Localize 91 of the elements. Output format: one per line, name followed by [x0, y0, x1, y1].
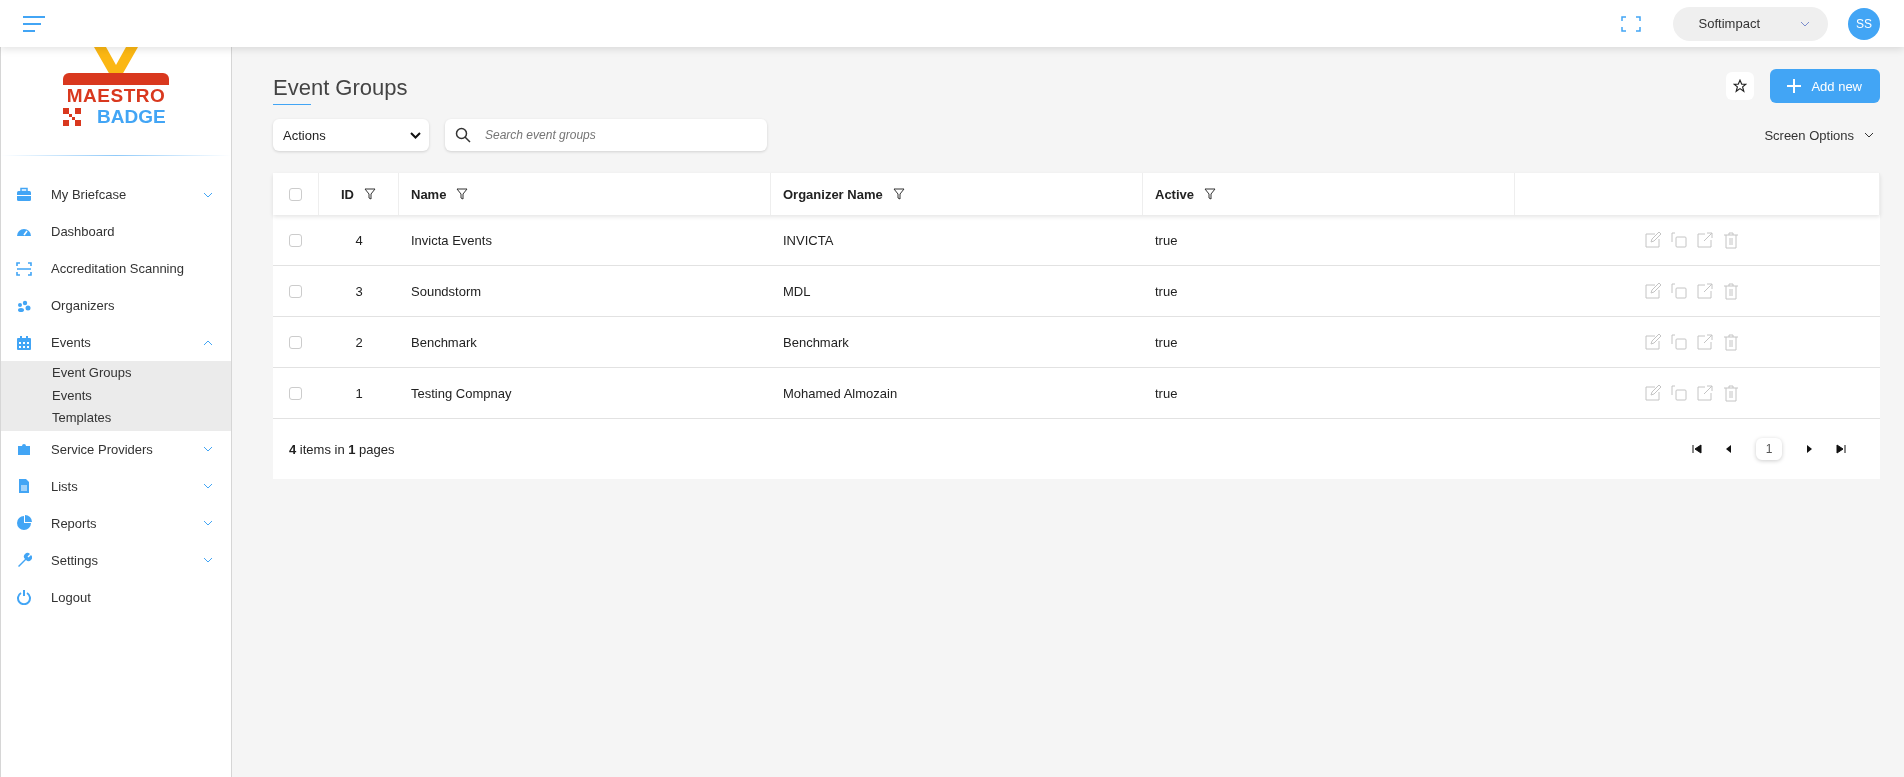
submenu-item[interactable]: Templates	[1, 407, 231, 430]
filter-icon[interactable]	[364, 188, 376, 200]
sidebar-item[interactable]: Organizers	[1, 287, 231, 324]
sidebar-item[interactable]: Service Providers	[1, 430, 231, 468]
plus-icon	[1787, 79, 1802, 93]
chevron-down-icon	[1800, 20, 1810, 27]
sidebar-item[interactable]: Accreditation Scanning	[1, 250, 231, 287]
copy-icon[interactable]	[1671, 385, 1687, 401]
first-page-icon[interactable]	[1692, 444, 1702, 454]
scan-icon	[16, 260, 32, 277]
trash-icon[interactable]	[1723, 333, 1739, 351]
table-cell: 1	[355, 385, 363, 401]
page-button[interactable]: 1	[1756, 438, 1782, 460]
edit-icon[interactable]	[1645, 385, 1661, 401]
edit-icon[interactable]	[1645, 232, 1661, 248]
previous-page-icon[interactable]	[1724, 444, 1734, 454]
chevron-down-icon	[203, 520, 213, 526]
table-cell: Soundstorm	[411, 283, 482, 299]
table-cell: Mohamed Almozain	[783, 385, 898, 401]
table-cell: Benchmark	[411, 334, 477, 350]
trash-icon[interactable]	[1723, 231, 1739, 249]
table-cell: Benchmark	[783, 334, 849, 350]
trash-icon[interactable]	[1723, 282, 1739, 300]
briefcase-icon	[16, 186, 32, 203]
menu-icon[interactable]	[22, 14, 46, 33]
row-checkbox[interactable]	[289, 335, 302, 349]
wrench-icon	[16, 552, 32, 568]
trash-icon[interactable]	[1723, 384, 1739, 402]
row-checkbox[interactable]	[289, 233, 302, 247]
external-link-icon[interactable]	[1697, 385, 1713, 401]
chevron-down-icon	[410, 131, 421, 139]
company-dropdown[interactable]: Softimpact	[1672, 6, 1828, 41]
external-link-icon[interactable]	[1697, 232, 1713, 248]
actions-dropdown[interactable]: Actions	[273, 119, 429, 151]
chevron-down-icon	[203, 483, 213, 489]
table-cell: 4	[355, 232, 363, 248]
table-cell: MDL	[783, 283, 811, 299]
star-icon	[1733, 79, 1748, 93]
sidebar-item[interactable]: Reports	[1, 504, 231, 542]
logo: MAESTRO BADGE	[1, 47, 231, 127]
copy-icon[interactable]	[1671, 283, 1687, 299]
filter-icon[interactable]	[1204, 188, 1217, 200]
submenu-item[interactable]: Event Groups	[1, 362, 231, 385]
row-checkbox[interactable]	[289, 284, 302, 298]
sidebar-item[interactable]: Settings	[1, 541, 231, 579]
filter-icon[interactable]	[892, 188, 905, 200]
sidebar-item[interactable]: Lists	[1, 467, 231, 505]
copy-icon[interactable]	[1671, 334, 1687, 350]
sidebar-item[interactable]: Events	[1, 324, 231, 361]
chevron-up-icon	[203, 339, 213, 346]
last-page-icon[interactable]	[1836, 444, 1846, 454]
filter-icon[interactable]	[456, 188, 469, 200]
document-icon	[16, 478, 32, 494]
pie-chart-icon	[16, 515, 32, 531]
table-cell: Invicta Events	[411, 232, 492, 248]
next-page-icon[interactable]	[1804, 444, 1814, 454]
table-cell: true	[1155, 334, 1178, 350]
edit-icon[interactable]	[1645, 283, 1661, 299]
copy-icon[interactable]	[1671, 232, 1687, 248]
column-header[interactable]: ID	[341, 186, 354, 202]
select-all-checkbox[interactable]	[289, 187, 302, 201]
column-header[interactable]: Organizer Name	[783, 186, 883, 202]
chevron-down-icon	[203, 446, 213, 452]
screen-options-button[interactable]: Screen Options	[1758, 126, 1880, 144]
calendar-icon	[16, 334, 32, 351]
table-cell: true	[1155, 283, 1178, 299]
sidebar-item[interactable]: My Briefcase	[1, 176, 231, 213]
table-cell: true	[1155, 232, 1178, 248]
edit-icon[interactable]	[1645, 334, 1661, 350]
external-link-icon[interactable]	[1697, 334, 1713, 350]
table-cell: INVICTA	[783, 232, 834, 248]
submenu-item[interactable]: Events	[1, 384, 231, 407]
favorite-button[interactable]	[1726, 72, 1755, 100]
row-checkbox[interactable]	[289, 386, 302, 400]
sidebar-item[interactable]: Logout	[1, 578, 231, 616]
items-summary: 4 items in 1 pages	[289, 441, 395, 457]
chevron-down-icon	[203, 191, 213, 198]
external-link-icon[interactable]	[1697, 283, 1713, 299]
table-cell: 2	[355, 334, 363, 350]
search-field[interactable]: Search event groups	[445, 119, 767, 151]
column-header[interactable]: Active	[1155, 186, 1195, 202]
table-cell: Testing Compnay	[411, 385, 512, 401]
chevron-down-icon	[203, 557, 213, 563]
table-cell: 3	[355, 283, 363, 299]
power-icon	[16, 589, 32, 605]
search-icon	[455, 127, 471, 143]
chevron-down-icon	[1864, 132, 1874, 138]
sidebar-item[interactable]: Dashboard	[1, 213, 231, 250]
table-cell: true	[1155, 385, 1178, 401]
fullscreen-icon[interactable]	[1620, 15, 1641, 32]
column-header[interactable]: Name	[411, 186, 447, 202]
